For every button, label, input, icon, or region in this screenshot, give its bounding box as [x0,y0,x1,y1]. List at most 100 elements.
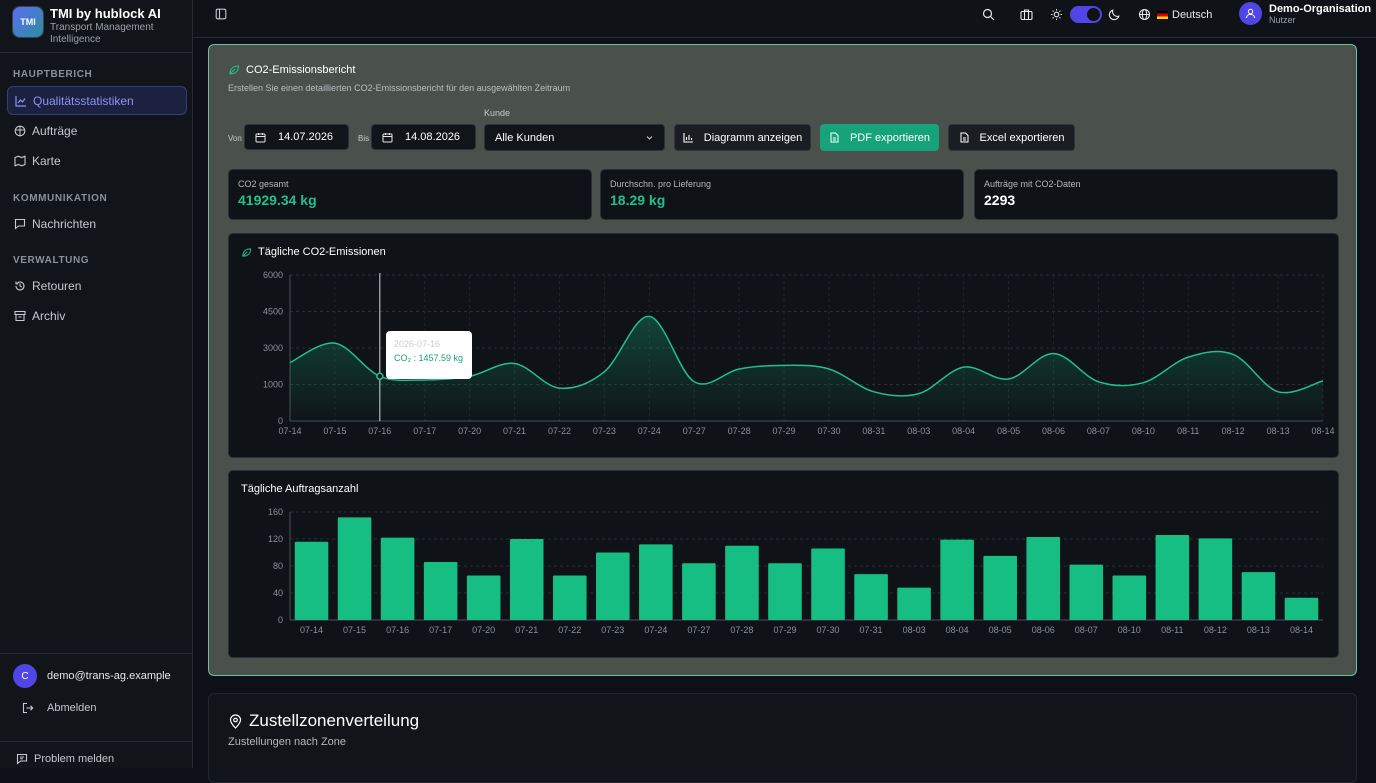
from-date-picker[interactable]: 14.07.2026 [244,124,349,150]
co2-chart-title: Tägliche CO2-Emissionen [241,246,386,258]
y-tick-label: 40 [273,588,283,598]
x-tick-label: 08-12 [1204,625,1227,635]
x-tick-label: 07-23 [601,625,624,635]
sidebar-item-label: Retouren [32,278,82,293]
bar [1155,534,1190,620]
active-data-point [376,372,384,381]
bar [423,561,458,620]
x-tick-label: 08-11 [1161,625,1183,635]
leaf-icon [229,65,240,75]
bar [897,587,931,620]
zone-subtitle: Zustellungen nach Zone [228,736,347,748]
organisation-menu[interactable]: Demo-Organisation Nutzer [1239,2,1371,25]
x-tick-label: 07-20 [472,625,495,635]
brand-subtitle-2: Intelligence [50,34,101,45]
section-communication: KOMMUNIKATION [13,193,108,204]
x-tick-label: 08-06 [1042,426,1065,436]
brand-title: TMI by hublock AI [50,6,161,21]
flag-de-icon [1157,10,1168,19]
report-problem-button[interactable]: Problem melden [16,753,114,765]
x-tick-label: 07-17 [413,426,436,436]
bar [768,563,802,620]
x-tick-label: 07-27 [683,426,706,436]
y-tick-label: 80 [273,561,283,571]
x-tick-label: 08-05 [989,625,1012,635]
x-tick-label: 08-03 [907,426,930,436]
user-account[interactable]: C demo@trans-ag.example [13,664,171,688]
x-tick-label: 07-15 [323,426,346,436]
zone-title: Zustellzonenverteilung [228,711,419,731]
to-date-picker[interactable]: 14.08.2026 [371,124,476,150]
y-tick-label: 160 [268,507,283,517]
file-icon [960,132,968,143]
stat-label: Durchschn. pro Lieferung [610,179,712,189]
theme-toggle[interactable] [1070,6,1102,23]
bar [639,544,673,620]
x-tick-label: 07-29 [773,426,796,436]
x-tick-label: 07-15 [343,625,366,635]
report-label: Problem melden [34,753,115,765]
co2-report-panel: CO2-Emissionsbericht Erstellen Sie einen… [208,44,1357,676]
brand[interactable]: TMI TMI by hublock AI Transport Manageme… [12,6,190,45]
customer-select[interactable]: Alle Kunden [484,124,665,151]
stat-card-orders-co2: Aufträge mit CO2-Daten 2293 [974,169,1338,220]
y-tick-label: 120 [268,534,283,544]
x-tick-label: 08-10 [1118,625,1141,635]
sidebar-item-map[interactable]: Karte [7,146,187,175]
x-tick-label: 07-31 [860,625,883,635]
show-chart-button[interactable]: Diagramm anzeigen [674,124,811,151]
sidebar-toggle-button[interactable] [215,8,227,20]
x-tick-label: 08-10 [1132,426,1155,436]
sidebar-item-label: Aufträge [32,123,78,138]
map-pin-icon [229,713,242,729]
feedback-icon [16,753,28,765]
y-tick-label: 3000 [263,343,283,353]
x-tick-label: 07-17 [429,625,452,635]
excel-export-button[interactable]: Excel exportieren [948,124,1075,151]
x-tick-label: 08-12 [1222,426,1245,436]
sidebar-item-orders[interactable]: Aufträge [7,116,187,145]
pdf-export-button[interactable]: PDF exportieren [820,124,939,151]
logout-button[interactable]: Abmelden [22,702,97,714]
sidebar-item-quality-stats[interactable]: Qualitätsstatistiken [7,86,187,115]
bar [1026,536,1061,620]
x-tick-label: 08-13 [1247,625,1270,635]
stat-label: CO2 gesamt [238,179,289,189]
bar [380,537,415,620]
file-icon [830,132,839,143]
bar [1241,572,1276,620]
orders-chart-title: Tägliche Auftragsanzahl [241,483,358,495]
top-bar: Deutsch Demo-Organisation Nutzer [193,0,1376,38]
sidebar-item-archive[interactable]: Archiv [7,301,187,330]
history-icon [15,280,25,290]
panel-icon [215,8,227,20]
search-button[interactable] [982,8,995,21]
calendar-icon [255,132,266,142]
divider [0,653,193,654]
sidebar-item-returns[interactable]: Retouren [7,271,187,300]
sidebar-item-messages[interactable]: Nachrichten [7,209,187,238]
logout-label: Abmelden [47,702,97,714]
x-tick-label: 07-16 [386,625,409,635]
search-icon [982,8,995,21]
language-label: Deutsch [1172,8,1213,21]
sun-icon [1050,8,1063,21]
bar [854,574,888,620]
x-tick-label: 08-04 [946,625,969,635]
x-tick-label: 08-13 [1267,426,1290,436]
calendar-icon [382,132,393,142]
x-tick-label: 07-21 [515,625,538,635]
bar [1069,564,1104,620]
bar [811,548,845,620]
orders-chart-card: 0 40 80 120 160 07-14 07-15 07-16 07-17 07-20 07-2… [228,470,1339,658]
x-tick-label: 08-07 [1087,426,1110,436]
x-tick-label: 07-22 [558,625,581,635]
divider [0,741,193,742]
stat-card-co2-total: CO2 gesamt 41929.34 kg [228,169,592,220]
x-tick-label: 07-28 [730,625,753,635]
customer-value: Alle Kunden [495,131,555,144]
briefcase-button[interactable] [1020,8,1033,21]
language-selector[interactable]: Deutsch [1138,8,1212,21]
x-tick-label: 08-07 [1075,625,1098,635]
bar [294,541,329,620]
